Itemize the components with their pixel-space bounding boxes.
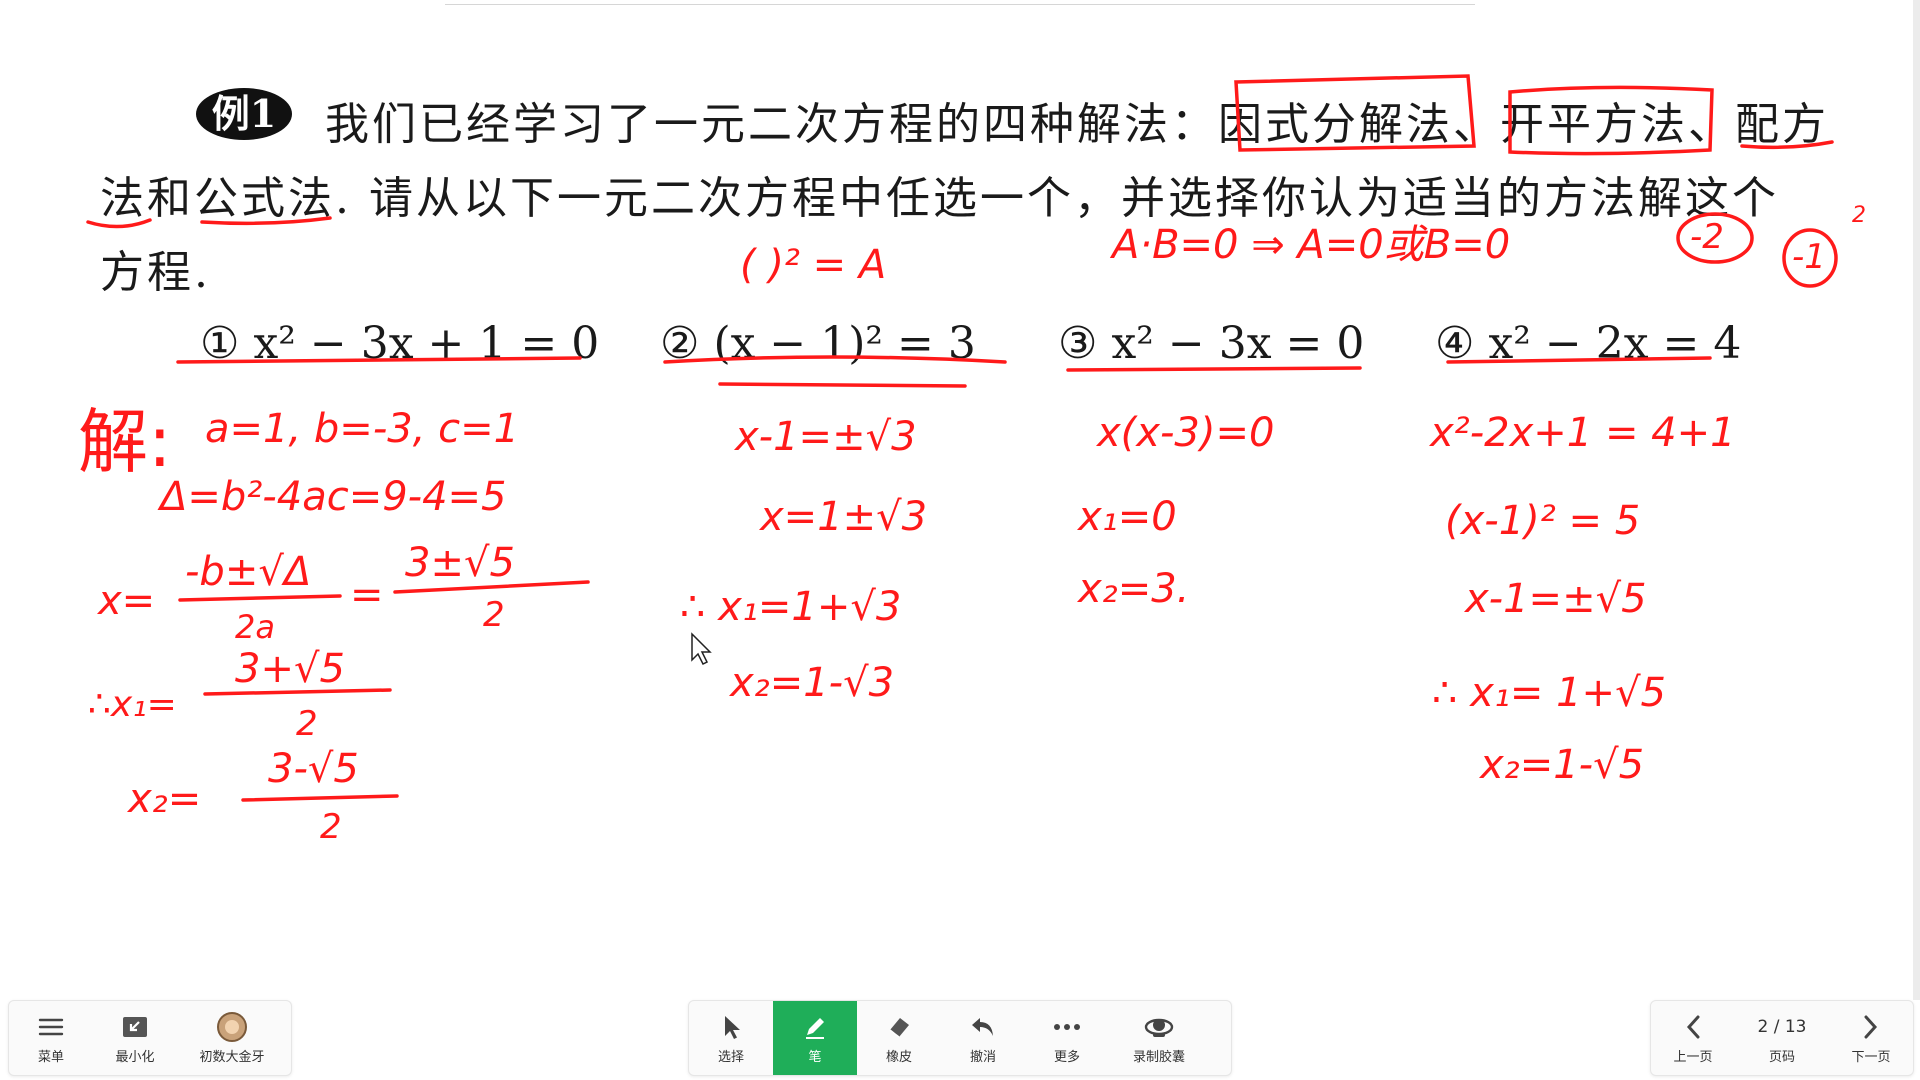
next-page-button[interactable]: 下一页 (1829, 1001, 1913, 1075)
svg-text:2: 2 (296, 704, 318, 744)
underline-eq1 (176, 356, 582, 364)
svg-text:2: 2 (483, 595, 505, 635)
page-label: 页码 (1768, 1049, 1795, 1065)
undo-icon (972, 1017, 993, 1036)
svg-text:x₂=3.: x₂=3. (1076, 566, 1189, 612)
handwriting-layer: ( )² = A A·B=0 ⇒ A=0或B=0 -2 -1 2 解: a=1,… (78, 74, 1866, 847)
record-capsule-button[interactable]: 录制胶囊 (1109, 1001, 1209, 1075)
svg-text:x(x-3)=0: x(x-3)=0 (1095, 410, 1274, 456)
pen-icon (806, 1017, 824, 1039)
undo-button[interactable]: 撤消 (941, 1001, 1025, 1075)
underline-fa (86, 218, 152, 229)
minimize-button[interactable]: 最小化 (93, 1001, 177, 1075)
slide-canvas[interactable]: 例1 我们已经学习了一元二次方程的四种解法：因式分解法、开平方法、配方 法和公式… (0, 0, 1920, 1000)
svg-text:x₁=0: x₁=0 (1076, 494, 1177, 540)
svg-text:∴x₁=: ∴x₁= (88, 684, 177, 725)
solution-jie: 解: (78, 401, 172, 483)
svg-text:3±√5: 3±√5 (405, 540, 515, 586)
svg-text:a=1, b=-3, c=1: a=1, b=-3, c=1 (205, 406, 519, 452)
minimize-label: 最小化 (115, 1049, 155, 1065)
svg-text:Δ=b²-4ac=9-4=5: Δ=b²-4ac=9-4=5 (157, 474, 507, 520)
underline-eq2 (663, 355, 1007, 364)
box-square-root (1508, 85, 1714, 156)
pen-tool-button[interactable]: 笔 (773, 1001, 857, 1075)
toolbar-left: 菜单 最小化 初数大金牙 (8, 1000, 292, 1076)
svg-text:x-1=±√3: x-1=±√3 (733, 414, 917, 460)
record-icon (1144, 1018, 1174, 1037)
page-number: 2 / 13 (1757, 1016, 1807, 1037)
svg-text:x²-2x+1 = 4+1: x²-2x+1 = 4+1 (1428, 410, 1736, 456)
svg-text:2: 2 (320, 807, 342, 847)
record-label: 录制胶囊 (1132, 1049, 1185, 1065)
svg-text:x=: x= (96, 578, 155, 624)
mouse-cursor-icon (691, 632, 712, 666)
pen-label: 笔 (808, 1049, 822, 1065)
note-factor-rule: A·B=0 ⇒ A=0或B=0 (1109, 222, 1510, 268)
user-name: 初数大金牙 (199, 1049, 265, 1065)
svg-text:(x-1)² = 5: (x-1)² = 5 (1445, 498, 1640, 544)
more-icon (1054, 1023, 1080, 1030)
next-page-label: 下一页 (1851, 1049, 1891, 1065)
svg-text:x₂=1-√5: x₂=1-√5 (1478, 742, 1644, 788)
prev-page-button[interactable]: 上一页 (1651, 1001, 1735, 1075)
svg-text:x=1±√3: x=1±√3 (758, 494, 927, 540)
svg-text:∴ x₁=1+√3: ∴ x₁=1+√3 (680, 584, 901, 630)
user-button[interactable]: 初数大金牙 (177, 1001, 287, 1075)
svg-text:x₂=: x₂= (126, 776, 201, 822)
svg-text:3+√5: 3+√5 (235, 646, 345, 692)
toolbar-center: 选择 笔 橡皮 撤消 更多 录制胶囊 (688, 1000, 1232, 1076)
eraser-icon (889, 1017, 909, 1038)
note-circled-minus1: -1 (1792, 237, 1826, 277)
undo-label: 撤消 (969, 1049, 996, 1065)
menu-button[interactable]: 菜单 (9, 1001, 93, 1075)
svg-text:x-1=±√5: x-1=±√5 (1463, 576, 1647, 622)
chevron-right-icon (1864, 1015, 1878, 1038)
underline-peifang (1740, 140, 1834, 150)
underline-eq3 (1066, 366, 1362, 372)
svg-text:2a: 2a (235, 608, 275, 646)
svg-text:∴ x₁= 1+√5: ∴ x₁= 1+√5 (1432, 670, 1666, 716)
eraser-tool-button[interactable]: 橡皮 (857, 1001, 941, 1075)
underline-formula (200, 216, 332, 226)
underline-eq4 (1446, 356, 1712, 364)
note-square-form: ( )² = A (740, 242, 886, 288)
select-label: 选择 (717, 1049, 744, 1065)
toolbar-right: 上一页 2 / 13 页码 下一页 (1650, 1000, 1914, 1076)
svg-text:x₂=1-√3: x₂=1-√3 (728, 660, 894, 706)
note-square-mark: 2 (1852, 203, 1866, 228)
eraser-label: 橡皮 (885, 1049, 912, 1065)
box-factoring (1234, 74, 1476, 152)
underline-eq2b (718, 382, 967, 388)
cursor-icon (725, 1015, 740, 1039)
svg-text:=: = (350, 572, 384, 618)
svg-text:3-√5: 3-√5 (268, 746, 359, 792)
prev-page-label: 上一页 (1673, 1049, 1713, 1065)
page-indicator[interactable]: 2 / 13 页码 (1735, 1001, 1829, 1075)
menu-label: 菜单 (37, 1049, 64, 1065)
menu-icon (38, 1018, 64, 1035)
note-circled-minus2: -2 (1690, 217, 1724, 257)
more-label: 更多 (1053, 1049, 1080, 1065)
svg-text:-b±√Δ: -b±√Δ (185, 549, 311, 595)
more-button[interactable]: 更多 (1025, 1001, 1109, 1075)
minimize-icon (123, 1016, 147, 1037)
select-tool-button[interactable]: 选择 (689, 1001, 773, 1075)
chevron-left-icon (1686, 1015, 1700, 1038)
avatar (217, 1011, 247, 1042)
